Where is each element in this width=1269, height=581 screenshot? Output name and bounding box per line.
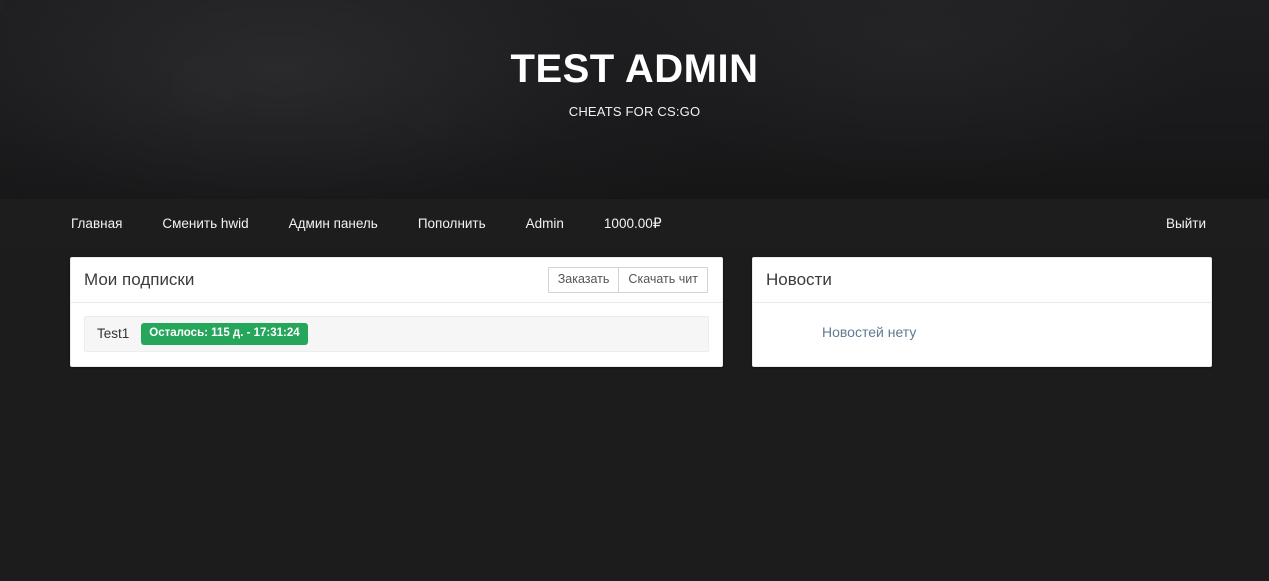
subscription-status-badge: Осталось: 115 д. - 17:31:24 [141, 323, 307, 345]
balance-amount: 1000.00 [604, 216, 653, 231]
news-card-header: Новости [753, 258, 1211, 303]
hero-content: TEST ADMIN CHEATS FOR CS:GO [0, 46, 1269, 119]
site-subtitle: CHEATS FOR CS:GO [0, 104, 1269, 119]
download-cheat-button[interactable]: Скачать чит [618, 267, 708, 293]
news-card-body: Новостей нету [753, 303, 1211, 366]
nav-item-topup[interactable]: Пополнить [418, 209, 486, 239]
subscriptions-card: Мои подписки Заказать Скачать чит Test1 … [70, 257, 723, 367]
nav-item-change-hwid[interactable]: Сменить hwid [162, 209, 248, 239]
balance-display: 1000.00₽ [604, 214, 662, 233]
subscription-row[interactable]: Test1 Осталось: 115 д. - 17:31:24 [84, 316, 709, 352]
subscription-name: Test1 [97, 325, 129, 343]
navbar-right-group: Выйти [1166, 209, 1206, 239]
subscriptions-card-body: Test1 Осталось: 115 д. - 17:31:24 [71, 303, 722, 366]
subscriptions-card-header: Мои подписки Заказать Скачать чит [71, 258, 722, 303]
nav-item-admin[interactable]: Admin [526, 209, 564, 239]
news-title: Новости [766, 269, 832, 291]
nav-item-home[interactable]: Главная [71, 209, 122, 239]
logout-button[interactable]: Выйти [1166, 209, 1206, 239]
subscriptions-title: Мои подписки [84, 269, 194, 291]
main-navbar: Главная Сменить hwid Админ панель Пополн… [0, 199, 1269, 248]
page-root: TEST ADMIN CHEATS FOR CS:GO Главная Смен… [0, 0, 1269, 581]
order-button[interactable]: Заказать [548, 267, 620, 293]
news-card: Новости Новостей нету [752, 257, 1212, 367]
subscriptions-actions: Заказать Скачать чит [548, 267, 708, 293]
hero-banner: TEST ADMIN CHEATS FOR CS:GO [0, 0, 1269, 199]
nav-item-admin-panel[interactable]: Админ панель [289, 209, 378, 239]
site-title: TEST ADMIN [0, 46, 1269, 92]
news-empty-link[interactable]: Новостей нету [822, 323, 916, 342]
main-content: Мои подписки Заказать Скачать чит Test1 … [0, 248, 1269, 367]
ruble-icon: ₽ [653, 215, 662, 231]
navbar-left-group: Главная Сменить hwid Админ панель Пополн… [71, 209, 662, 239]
